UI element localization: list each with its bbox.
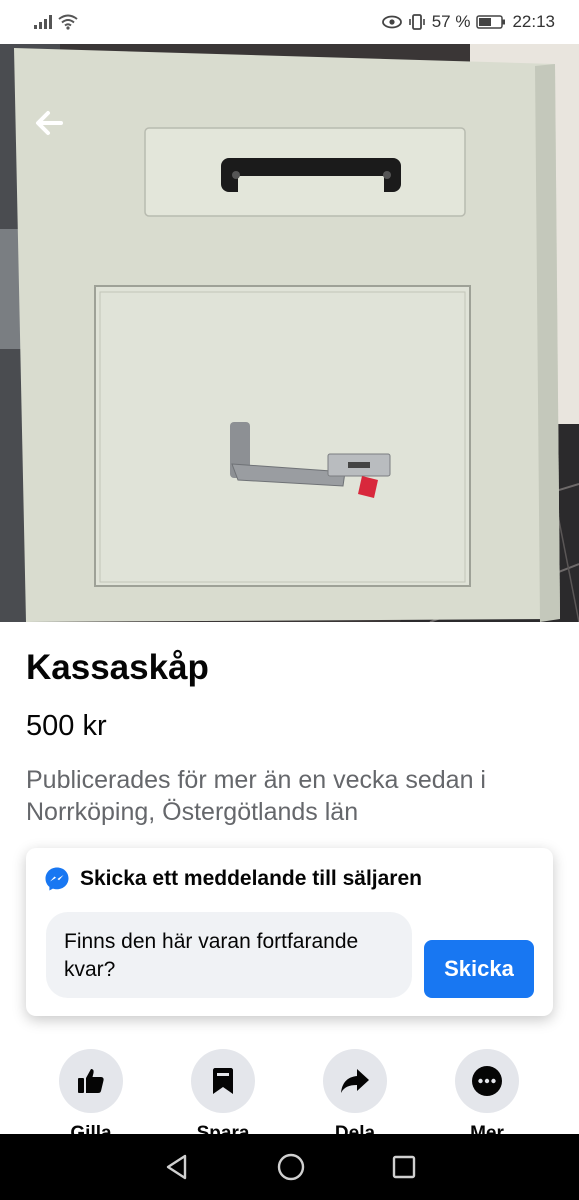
message-header-text: Skicka ett meddelande till säljaren (80, 867, 422, 890)
thumbs-up-icon (78, 1069, 104, 1093)
status-bar: 57 % 22:13 (0, 0, 579, 44)
more-button[interactable]: Mer (455, 1049, 519, 1144)
eye-icon (381, 15, 402, 29)
messenger-icon (45, 867, 69, 891)
more-circle[interactable] (455, 1049, 519, 1113)
status-time: 22:13 (512, 12, 555, 31)
save-button[interactable]: Spara (191, 1049, 255, 1144)
share-icon (341, 1069, 369, 1093)
share-button[interactable]: Dela (323, 1049, 387, 1144)
signal-icon (34, 15, 52, 29)
like-circle[interactable] (59, 1049, 123, 1113)
listing-photo[interactable] (0, 44, 579, 622)
nav-back-icon[interactable] (163, 1153, 191, 1181)
vibrate-icon (408, 14, 425, 30)
listing-title: Kassaskåp (26, 648, 209, 687)
battery-percent: 57 % (431, 12, 471, 31)
nav-home-icon[interactable] (276, 1152, 306, 1182)
status-right: 57 % 22:13 (381, 12, 555, 32)
status-left (34, 14, 78, 30)
send-button[interactable]: Skicka (424, 940, 534, 998)
safe-photo (0, 44, 579, 622)
listing-price: 500 kr (26, 710, 107, 742)
system-nav-bar (0, 1134, 579, 1200)
bookmark-icon (213, 1068, 233, 1094)
more-icon (472, 1066, 502, 1096)
nav-recents-icon[interactable] (391, 1154, 417, 1180)
battery-icon (476, 15, 506, 29)
message-seller-card: Skicka ett meddelande till säljaren Finn… (26, 848, 553, 1016)
message-header: Skicka ett meddelande till säljaren (44, 866, 422, 892)
arrow-left-icon (36, 111, 63, 135)
wifi-icon (58, 14, 78, 30)
message-input[interactable]: Finns den här varan fortfarande kvar? (46, 912, 412, 998)
share-circle[interactable] (323, 1049, 387, 1113)
listing-meta: Publicerades för mer än en vecka sedan i… (26, 766, 486, 826)
save-circle[interactable] (191, 1049, 255, 1113)
like-button[interactable]: Gilla (59, 1049, 123, 1144)
back-button[interactable] (32, 106, 66, 140)
